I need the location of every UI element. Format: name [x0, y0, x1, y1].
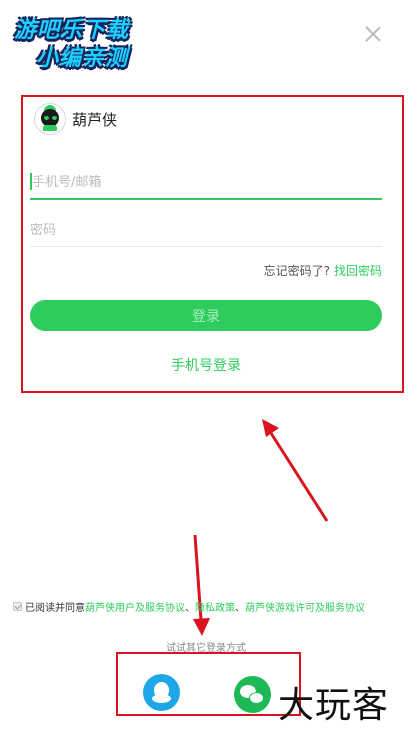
agreement-checkbox[interactable]: [13, 602, 22, 611]
login-button[interactable]: 登录: [30, 300, 382, 331]
agreement-separator-1: 、: [185, 603, 195, 614]
close-icon[interactable]: [362, 24, 384, 46]
phone-login-link[interactable]: 手机号登录: [0, 355, 412, 375]
watermark-logo: 游吧乐下载 小编亲测: [10, 8, 150, 71]
forgot-password-text: 忘记密码了?: [263, 264, 330, 278]
wechat-icon[interactable]: [234, 676, 271, 713]
password-input-underline: [30, 246, 382, 247]
watermark-line2: 小编亲测: [36, 46, 129, 71]
forgot-password-row: 忘记密码了? 找回密码: [264, 262, 382, 279]
phone-input-underline: [30, 198, 382, 200]
game-license-agreement-link[interactable]: 葫芦侠游戏许可及服务协议: [245, 599, 365, 614]
annotation-arrowhead-up: [262, 419, 279, 437]
agreement-separator-2: 、: [235, 603, 245, 614]
annotation-arrow-up: [267, 429, 329, 522]
qq-icon[interactable]: [143, 674, 180, 711]
password-input[interactable]: [30, 216, 382, 244]
recover-password-link[interactable]: 找回密码: [334, 264, 382, 278]
privacy-policy-link[interactable]: 隐私政策: [195, 599, 235, 614]
app-name: 葫芦侠: [72, 111, 118, 129]
phone-email-input[interactable]: [30, 168, 382, 196]
annotation-arrowhead-down: [193, 618, 210, 636]
text-caret: [30, 173, 32, 190]
user-service-agreement-link[interactable]: 葫芦侠用户及服务协议: [85, 599, 185, 614]
app-logo-icon: [34, 103, 66, 135]
agreement-prefix: 已阅读并同意: [25, 603, 85, 614]
annotation-box-login: [21, 95, 404, 393]
watermark-bottom: 大玩客: [278, 685, 390, 726]
agreement-row: 已阅读并同意 葫芦侠用户及服务协议 、 隐私政策 、 葫芦侠游戏许可及服务协议: [13, 599, 365, 614]
